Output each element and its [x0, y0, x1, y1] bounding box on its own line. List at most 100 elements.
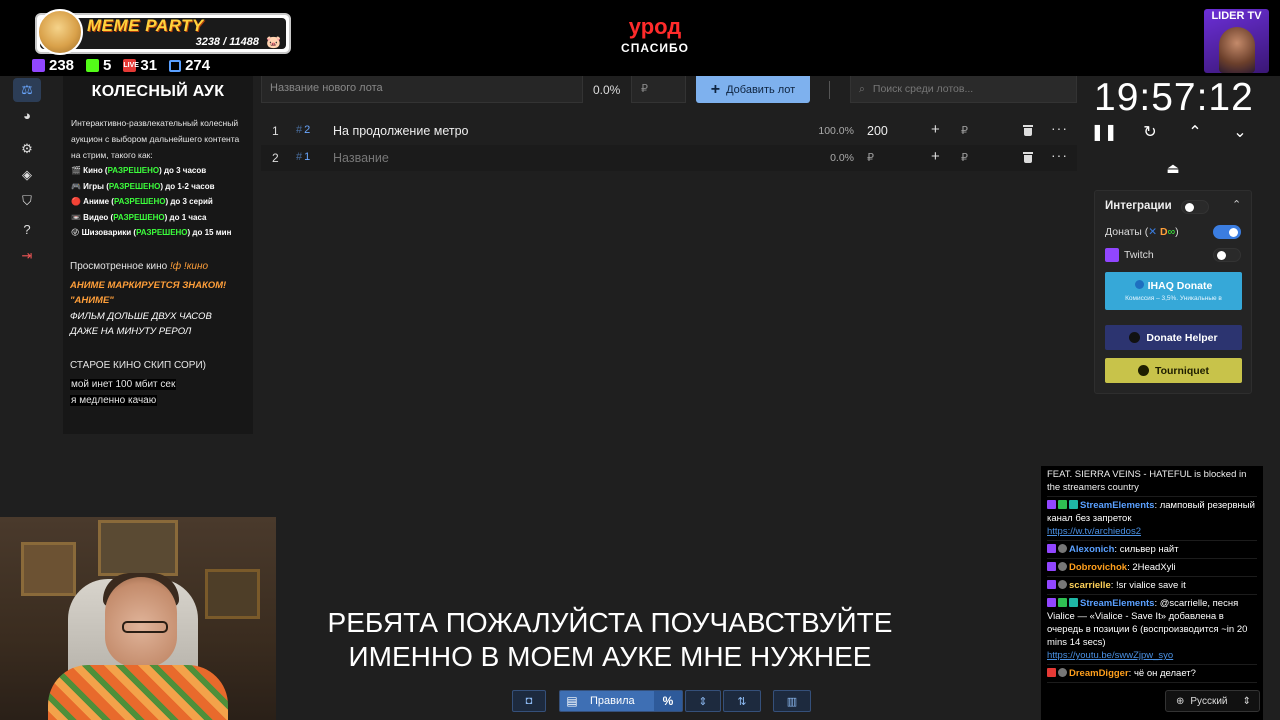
meme-party-progress: 3238 / 11488 🐷	[47, 35, 283, 49]
stat-kick: 5	[86, 57, 111, 74]
split-icon: ⇕	[698, 695, 708, 708]
donations-label: Донаты (✕ D∞)	[1105, 226, 1179, 238]
twitch-toggle[interactable]	[1213, 248, 1241, 262]
seen-movies: Просмотренное кино !ф !кино	[70, 260, 209, 272]
stat-viewers: 274	[169, 57, 210, 74]
lot-name[interactable]: Название	[333, 151, 389, 165]
meme-party-count: 3238 / 11488	[195, 36, 259, 48]
rule-line: 🎮 Игры (РАЗРЕШЕНО) до 1-2 часов	[71, 181, 215, 191]
rules-button[interactable]: ▤ Правила %	[559, 690, 683, 712]
info-description: Интерактивно-развлекательный колесный ау…	[71, 118, 240, 160]
updown-icon: ⇕	[1242, 695, 1251, 707]
new-lot-name-input[interactable]: Название нового лота	[261, 76, 583, 103]
ihaq-subtext: Комиссия – 3,5%. Уникальные в	[1125, 295, 1222, 302]
anime-note: АНИМЕ МАРКИРУЕТСЯ ЗНАКОМ! "АНИМЕ"	[70, 279, 227, 307]
rule-line: 📼 Видео (РАЗРЕШЕНО) до 1 часа	[71, 212, 207, 222]
lot-row: 2 #1 Название 0.0% ₽ + ₽ ···	[261, 145, 1077, 171]
tourniquet-button[interactable]: Tourniquet	[1105, 358, 1242, 383]
donate-helper-icon	[1129, 332, 1141, 343]
trash-icon[interactable]	[1023, 124, 1033, 136]
viewers-icon	[169, 59, 182, 72]
chat-message: FEAT. SIERRA VEINS - HATEFUL is blocked …	[1047, 466, 1257, 497]
chat-message: scarrielle: !sr vialice save it	[1047, 577, 1257, 595]
streamer-glasses	[122, 621, 168, 633]
layers-icon[interactable]: ◈	[13, 163, 41, 187]
toolbar-divider	[829, 81, 830, 99]
caption-line-2: ИМЕННО В МОЕМ АУКЕ МНЕ НУЖНЕЕ	[348, 641, 872, 672]
camera-icon: ◘	[525, 695, 533, 707]
stat-viewers-value: 274	[185, 57, 211, 74]
auction-timer: 19:57:12	[1094, 76, 1254, 119]
vk-live-icon: LIVE	[123, 59, 139, 72]
pause-icon[interactable]: ❚❚	[1091, 120, 1118, 144]
lot-row: 1 #2 На продолжение метро 100.0% 200 + ₽…	[261, 118, 1077, 144]
integrations-toggle[interactable]	[1181, 200, 1209, 214]
chat-message: StreamElements: @scarrielle, песня Viali…	[1047, 595, 1257, 665]
percent-toggle[interactable]: %	[654, 691, 682, 711]
new-lot-amount-input[interactable]: ₽	[631, 76, 686, 103]
gear-icon[interactable]: ⚙	[13, 137, 41, 161]
language-select[interactable]: ⊕ Русский ⇕	[1165, 690, 1260, 712]
shield-check-icon[interactable]: ⛉	[13, 189, 41, 213]
internet-note: мой инет 100 мбит сек я медленно качаю	[70, 378, 177, 406]
rules-label: Правила	[590, 695, 635, 707]
tourniquet-icon	[1137, 365, 1149, 376]
rule-line: 😜 Шизоварики (РАЗРЕШЕНО) до 15 мин	[71, 228, 232, 237]
lot-name[interactable]: На продолжение метро	[333, 124, 469, 138]
chevron-down-icon[interactable]: ⌄	[1228, 120, 1252, 144]
streamer-shirt	[48, 665, 228, 720]
lot-percent: 0.0%	[830, 152, 854, 164]
auction-info-panel: КОЛЕСНЫЙ АУК Интерактивно-развлекательны…	[63, 76, 253, 434]
chevron-up-icon[interactable]: ⌃	[1232, 198, 1241, 211]
wheel-auction-icon[interactable]: ⚖	[13, 78, 41, 102]
lot-add-currency[interactable]: ₽	[961, 124, 968, 137]
lot-search-input[interactable]: ⌕ Поиск среди лотов...	[850, 76, 1077, 103]
donations-toggle[interactable]	[1213, 225, 1241, 239]
lot-amount[interactable]: 200	[867, 124, 888, 138]
donate-helper-button[interactable]: Donate Helper	[1105, 325, 1242, 350]
twitch-icon	[1105, 248, 1119, 262]
chat-message: DreamDigger: чё он делает?	[1047, 665, 1257, 683]
sort-icon: ⇅	[737, 695, 747, 708]
logout-icon[interactable]: ⇥	[13, 244, 41, 268]
globe-icon: ⊕	[1176, 695, 1185, 707]
wall-painting	[98, 520, 178, 576]
add-lot-button[interactable]: + Добавить лот	[696, 76, 810, 103]
pie-chart-icon[interactable]: ◕	[13, 103, 41, 127]
chat-link[interactable]: https://w.tv/archiedos2	[1047, 526, 1141, 537]
rules-icon: ▤	[566, 694, 578, 708]
reroll-note-1: ФИЛЬМ ДОЛЬШЕ ДВУХ ЧАСОВ	[70, 310, 212, 322]
lot-add-currency[interactable]: ₽	[961, 151, 968, 164]
info-heading: КОЛЕСНЫЙ АУК	[91, 83, 225, 100]
kick-icon	[86, 59, 100, 72]
split-button[interactable]: ⇕	[685, 690, 721, 712]
collapse-icon[interactable]: ⏏	[1164, 160, 1182, 178]
ihaq-donate-button[interactable]: IHAQ Donate Комиссия – 3,5%. Уникальные …	[1105, 272, 1242, 310]
screenshot-button[interactable]: ◘	[512, 690, 546, 712]
add-amount-icon[interactable]: +	[931, 148, 940, 165]
add-amount-icon[interactable]: +	[931, 121, 940, 138]
more-icon[interactable]: ···	[1051, 120, 1068, 136]
twitch-label: Twitch	[1124, 249, 1154, 261]
webcam-feed	[0, 517, 276, 720]
rule-line: 🔴 Аниме (РАЗРЕШЕНО) до 3 серий	[71, 197, 213, 206]
wall-painting	[205, 569, 260, 619]
alert-title: урод	[628, 14, 682, 39]
ihaq-label: IHAQ Donate	[1134, 280, 1212, 292]
lot-index: 2	[272, 151, 279, 165]
clear-button[interactable]: ▥	[773, 690, 811, 712]
sort-button[interactable]: ⇅	[723, 690, 761, 712]
chevron-up-icon[interactable]: ⌃	[1183, 120, 1207, 144]
meme-party-widget: MEME PARTY 3238 / 11488 🐷	[35, 9, 291, 55]
lot-amount[interactable]: ₽	[867, 151, 874, 164]
stat-vk-value: 31	[140, 57, 158, 74]
help-icon[interactable]: ?	[13, 217, 41, 241]
more-icon[interactable]: ···	[1051, 147, 1068, 163]
lot-id: #1	[296, 151, 311, 163]
stat-kick-value: 5	[103, 57, 112, 74]
chat-link[interactable]: https://youtu.be/swwZjpw_syo	[1047, 650, 1173, 661]
trash-icon[interactable]	[1023, 151, 1033, 163]
chat-message: StreamElements: ламповый резервный канал…	[1047, 497, 1257, 541]
reset-icon[interactable]: ↻	[1138, 120, 1162, 144]
trash-icon: ▥	[786, 695, 798, 708]
